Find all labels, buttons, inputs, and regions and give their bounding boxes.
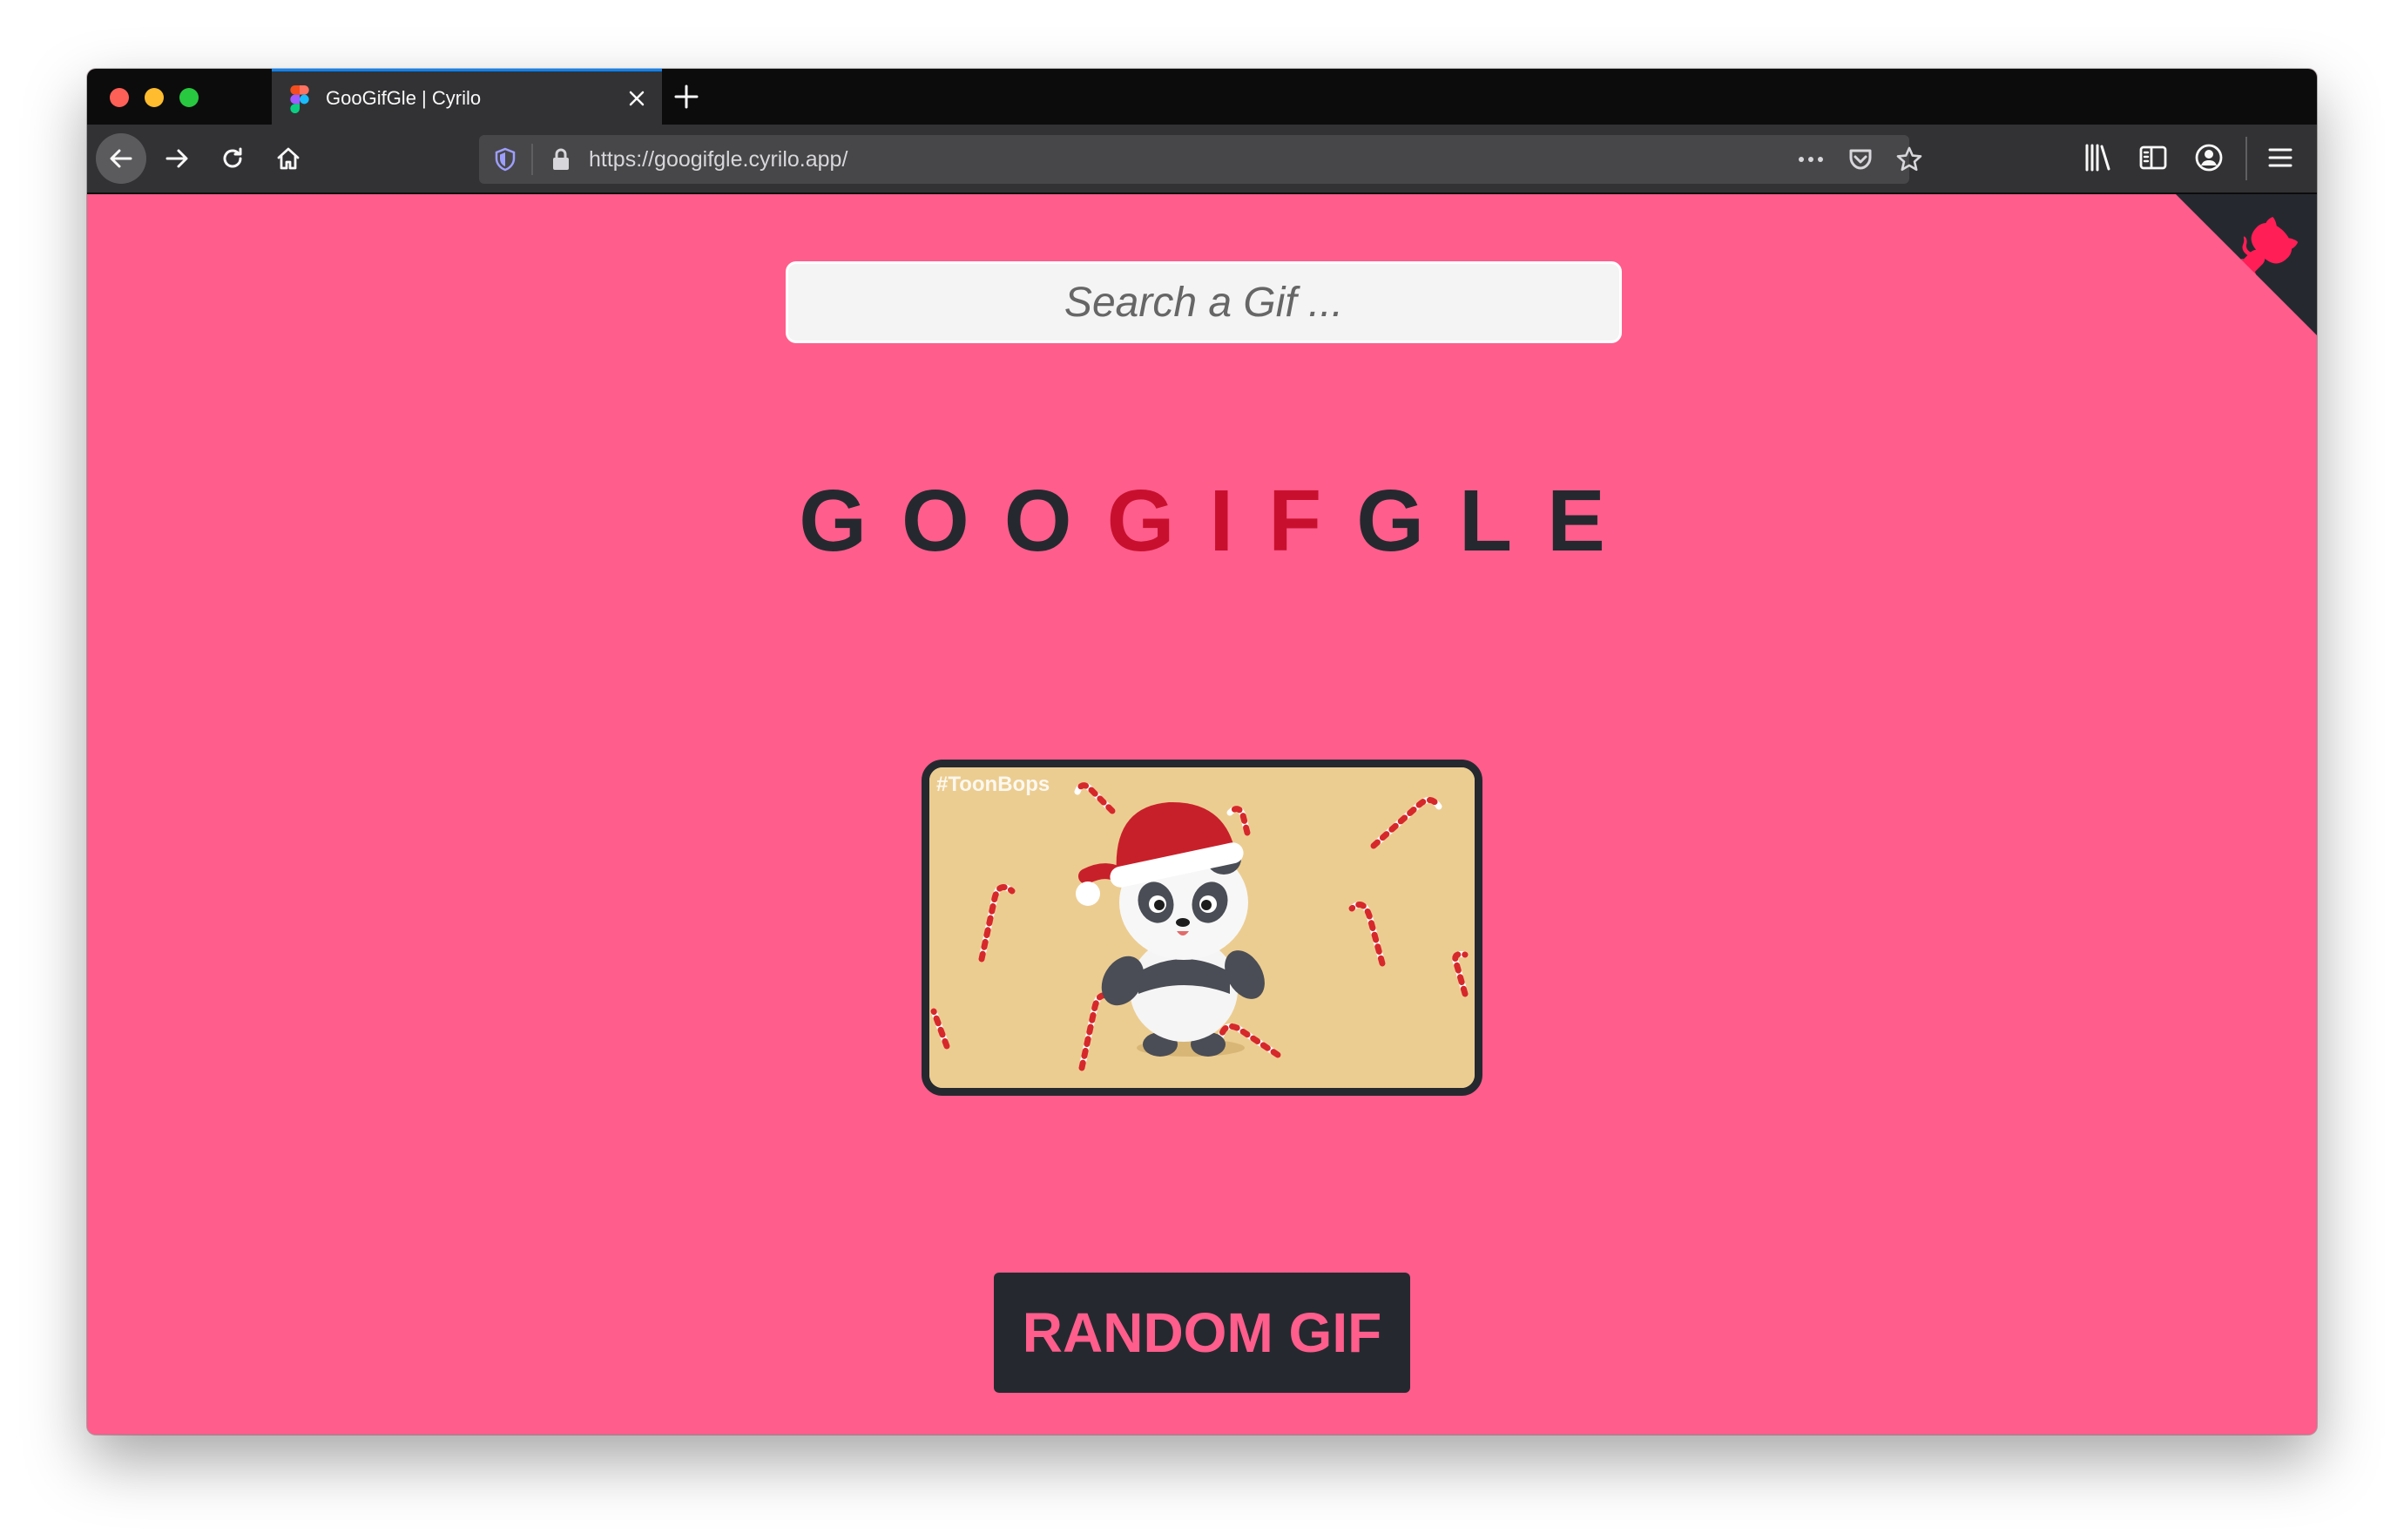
close-window-button[interactable] (110, 88, 129, 107)
menu-icon[interactable] (2265, 142, 2296, 178)
plus-icon[interactable] (671, 81, 702, 112)
home-button[interactable] (263, 133, 314, 184)
minimize-window-button[interactable] (145, 88, 164, 107)
tab-title: GooGifGle | Cyrilo (326, 87, 482, 109)
forward-button[interactable] (152, 133, 202, 184)
more-icon[interactable] (1796, 145, 1826, 178)
url-divider (531, 144, 533, 175)
reload-icon (223, 147, 242, 168)
gif-watermark: #ToonBops (936, 773, 1050, 796)
lock-icon[interactable] (549, 146, 573, 177)
logo-part-goo: GOO (799, 472, 1107, 570)
gif-display[interactable]: #ToonBops (922, 760, 1482, 1096)
forward-arrow-icon (165, 149, 188, 168)
figma-icon (289, 85, 310, 113)
close-icon[interactable] (624, 85, 650, 111)
logo-part-gif: GIF (1106, 472, 1357, 570)
random-gif-button[interactable]: RANDOM GIF (994, 1273, 1410, 1393)
navigation-toolbar: https://googifgle.cyrilo.app/ (87, 125, 2317, 194)
panda-santa-hat-gif (929, 767, 1475, 1088)
toolbar-divider (2245, 137, 2247, 180)
library-icon[interactable] (2082, 142, 2113, 178)
back-arrow-icon (110, 149, 132, 168)
maximize-window-button[interactable] (179, 88, 199, 107)
browser-window: GooGifGle | Cyrilo https://googifgle.cyr… (87, 69, 2317, 1435)
pocket-icon[interactable] (1847, 145, 1874, 178)
tab-strip: GooGifGle | Cyrilo (87, 69, 2317, 125)
logo-part-gle: GLE (1356, 472, 1640, 570)
search-input[interactable] (786, 261, 1622, 343)
page-content: GOOGIFGLE (87, 194, 2317, 1435)
home-icon (277, 147, 300, 170)
back-button[interactable] (96, 133, 146, 184)
url-text[interactable]: https://googifgle.cyrilo.app/ (589, 146, 847, 172)
reload-button[interactable] (207, 133, 258, 184)
address-bar[interactable]: https://googifgle.cyrilo.app/ (479, 135, 1922, 184)
github-octocat-icon (2176, 194, 2317, 335)
site-logo: GOOGIFGLE (87, 473, 2317, 569)
shield-icon[interactable] (493, 147, 517, 176)
tab-active[interactable]: GooGifGle | Cyrilo (272, 69, 662, 125)
star-icon[interactable] (1895, 145, 1923, 178)
sidebar-icon[interactable] (2137, 142, 2169, 178)
account-icon[interactable] (2193, 142, 2225, 178)
